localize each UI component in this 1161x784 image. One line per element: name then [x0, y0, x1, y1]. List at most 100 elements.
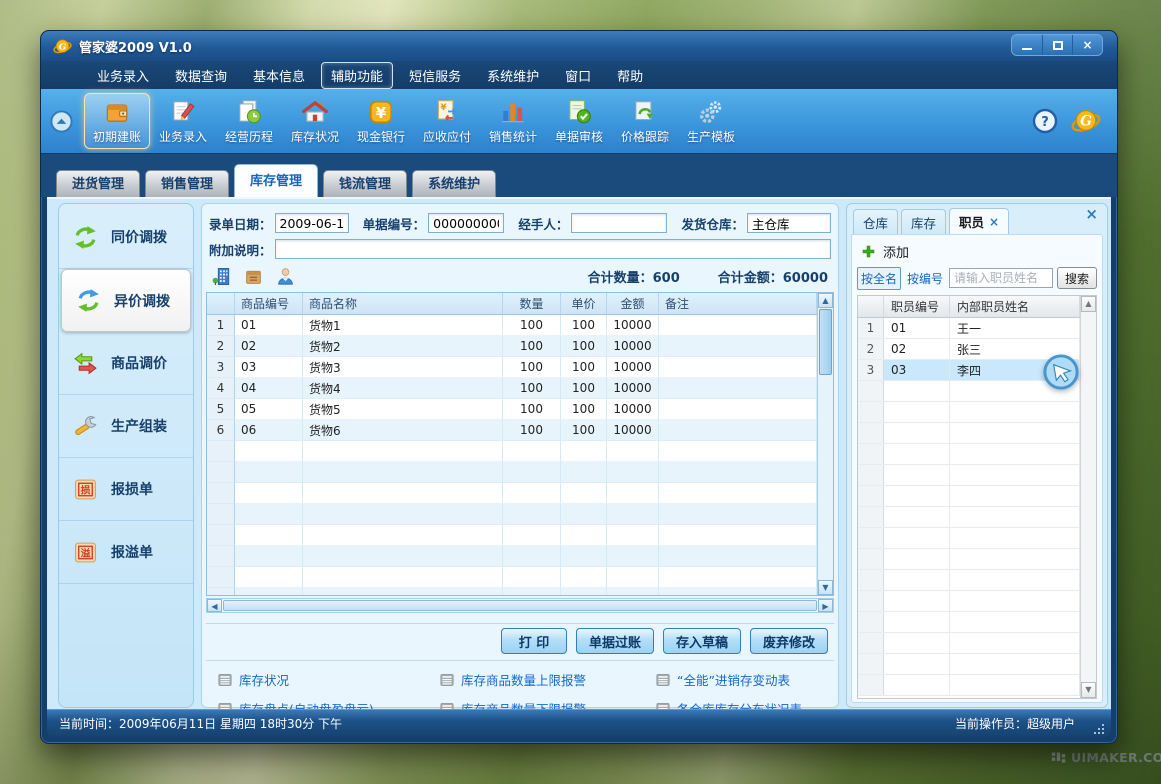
- building-icon[interactable]: [211, 266, 232, 287]
- person-icon[interactable]: [275, 266, 296, 287]
- doc-number-input[interactable]: [428, 213, 504, 233]
- panel-close-icon[interactable]: ×: [1085, 207, 1098, 222]
- item-row-2[interactable]: 202货物210010010000: [207, 336, 817, 357]
- close-button[interactable]: ×: [1072, 35, 1102, 55]
- item-row-empty[interactable]: [207, 483, 817, 504]
- resize-grip[interactable]: [1093, 720, 1105, 732]
- item-row-empty[interactable]: [207, 588, 817, 595]
- scroll-right-icon[interactable]: ▶: [818, 599, 833, 612]
- staff-row-empty[interactable]: [858, 570, 1080, 591]
- scroll-thumb[interactable]: [819, 309, 832, 375]
- toolbar-item-3[interactable]: 经营历程: [216, 93, 282, 149]
- handler-input[interactable]: [571, 213, 667, 233]
- quick-link-r1c1[interactable]: 库存状况: [217, 670, 439, 689]
- staff-panel-tab-1[interactable]: 仓库: [853, 209, 898, 234]
- staff-row-empty[interactable]: [858, 507, 1080, 528]
- menu-item-7[interactable]: 窗口: [555, 62, 601, 89]
- sidebar-item-6[interactable]: 溢报溢单: [59, 521, 193, 584]
- sidebar-item-4[interactable]: 生产组装: [59, 395, 193, 458]
- menu-item-8[interactable]: 帮助: [607, 62, 653, 89]
- add-staff-button[interactable]: 添加: [861, 242, 909, 261]
- hscroll-thumb[interactable]: [223, 600, 817, 611]
- package-icon[interactable]: [243, 266, 264, 287]
- quick-link-r1c2[interactable]: 库存商品数量上限报警: [439, 670, 655, 689]
- filter-by-name-button[interactable]: 按全名: [857, 267, 901, 290]
- scroll-up-icon[interactable]: ▲: [1081, 296, 1096, 312]
- module-tab-1[interactable]: 进货管理: [56, 170, 140, 197]
- maximize-button[interactable]: [1042, 35, 1072, 55]
- menu-item-3[interactable]: 基本信息: [243, 62, 315, 89]
- toolbar-item-10[interactable]: 生产模板: [678, 93, 744, 149]
- staff-row-empty[interactable]: [858, 549, 1080, 570]
- staff-panel-tab-2[interactable]: 库存: [901, 209, 946, 234]
- staff-row-1[interactable]: 101王一: [858, 318, 1080, 339]
- staff-row-empty[interactable]: [858, 612, 1080, 633]
- item-row-empty[interactable]: [207, 462, 817, 483]
- staff-row-empty[interactable]: [858, 423, 1080, 444]
- tab-close-icon[interactable]: ×: [989, 215, 999, 229]
- action-button-1[interactable]: 打 印: [501, 628, 567, 654]
- staff-row-empty[interactable]: [858, 444, 1080, 465]
- module-tab-2[interactable]: 销售管理: [145, 170, 229, 197]
- search-button[interactable]: 搜索: [1057, 267, 1097, 289]
- action-button-4[interactable]: 废弃修改: [750, 628, 828, 654]
- sidebar-item-5[interactable]: 损报损单: [59, 458, 193, 521]
- staff-vertical-scrollbar[interactable]: ▲ ▼: [1080, 296, 1096, 698]
- order-date-input[interactable]: [275, 213, 349, 233]
- menu-item-4[interactable]: 辅助功能: [321, 62, 393, 89]
- staff-row-empty[interactable]: [858, 465, 1080, 486]
- collapse-toolbar-button[interactable]: [49, 109, 74, 134]
- item-row-6[interactable]: 606货物610010010000: [207, 420, 817, 441]
- item-row-1[interactable]: 101货物110010010000: [207, 315, 817, 336]
- toolbar-item-6[interactable]: ¥应收应付: [414, 93, 480, 149]
- item-row-5[interactable]: 505货物510010010000: [207, 399, 817, 420]
- staff-row-empty[interactable]: [858, 591, 1080, 612]
- item-row-empty[interactable]: [207, 441, 817, 462]
- sidebar-item-3[interactable]: 商品调价: [59, 332, 193, 395]
- toolbar-item-1[interactable]: 初期建账: [84, 93, 150, 149]
- staff-row-empty[interactable]: [858, 528, 1080, 549]
- toolbar-item-4[interactable]: 库存状况: [282, 93, 348, 149]
- sidebar-item-2[interactable]: 异价调拨: [61, 269, 191, 332]
- item-row-3[interactable]: 303货物310010010000: [207, 357, 817, 378]
- menu-item-6[interactable]: 系统维护: [477, 62, 549, 89]
- minimize-button[interactable]: [1012, 35, 1042, 55]
- item-row-empty[interactable]: [207, 567, 817, 588]
- quick-link-r1c3[interactable]: “全能”进销存变动表: [655, 670, 834, 689]
- toolbar-item-5[interactable]: ¥现金银行: [348, 93, 414, 149]
- staff-panel-tab-3[interactable]: 职员×: [949, 208, 1009, 234]
- menu-item-1[interactable]: 业务录入: [87, 62, 159, 89]
- staff-row-empty[interactable]: [858, 633, 1080, 654]
- menu-item-5[interactable]: 短信服务: [399, 62, 471, 89]
- toolbar-item-9[interactable]: 价格跟踪: [612, 93, 678, 149]
- module-tab-4[interactable]: 钱流管理: [323, 170, 407, 197]
- staff-row-empty[interactable]: [858, 675, 1080, 696]
- staff-row-empty[interactable]: [858, 654, 1080, 675]
- toolbar-item-7[interactable]: 销售统计: [480, 93, 546, 149]
- staff-row-empty[interactable]: [858, 486, 1080, 507]
- action-button-2[interactable]: 单据过账: [576, 628, 654, 654]
- sidebar-item-1[interactable]: 同价调拨: [59, 206, 193, 269]
- module-tab-5[interactable]: 系统维护: [412, 170, 496, 197]
- toolbar-item-2[interactable]: 业务录入: [150, 93, 216, 149]
- item-row-empty[interactable]: [207, 525, 817, 546]
- help-icon[interactable]: ?: [1032, 108, 1058, 134]
- scroll-down-icon[interactable]: ▼: [1081, 682, 1096, 698]
- warehouse-input[interactable]: [747, 213, 831, 233]
- module-tab-3[interactable]: 库存管理: [234, 164, 318, 197]
- staff-search-input[interactable]: [949, 268, 1053, 288]
- action-button-3[interactable]: 存入草稿: [663, 628, 741, 654]
- staff-row-empty[interactable]: [858, 402, 1080, 423]
- scroll-left-icon[interactable]: ◀: [207, 599, 222, 612]
- item-row-4[interactable]: 404货物410010010000: [207, 378, 817, 399]
- note-input[interactable]: [275, 239, 831, 259]
- toolbar-item-8[interactable]: 单据审核: [546, 93, 612, 149]
- items-vertical-scrollbar[interactable]: ▲ ▼: [817, 293, 833, 595]
- menu-item-2[interactable]: 数据查询: [165, 62, 237, 89]
- item-row-empty[interactable]: [207, 546, 817, 567]
- scroll-up-icon[interactable]: ▲: [818, 293, 833, 308]
- scroll-down-icon[interactable]: ▼: [818, 580, 833, 595]
- items-horizontal-scrollbar[interactable]: ◀ ▶: [206, 598, 834, 613]
- item-row-empty[interactable]: [207, 504, 817, 525]
- filter-by-code-button[interactable]: 按编号: [905, 268, 945, 289]
